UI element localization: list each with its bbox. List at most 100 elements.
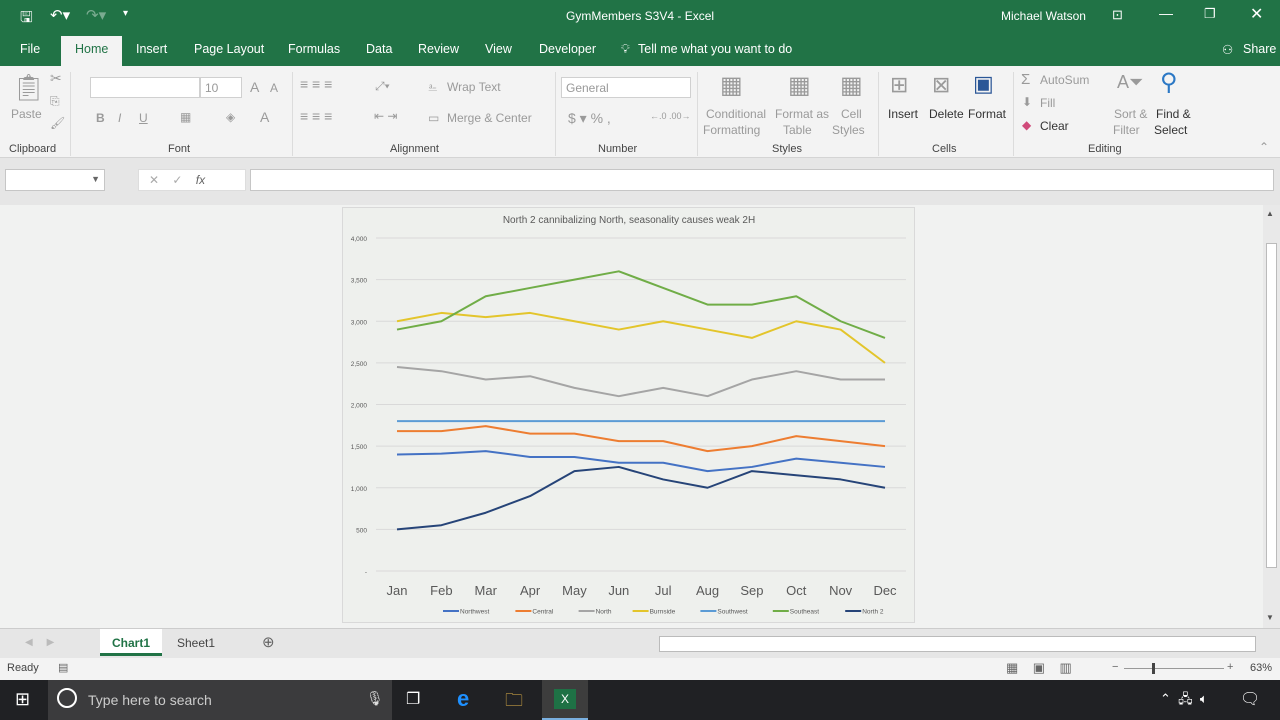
format-painter-icon[interactable]: 🖌︎ xyxy=(50,116,65,130)
align-left-icon[interactable]: ≡ ≡ ≡ xyxy=(300,108,332,124)
collapse-ribbon-icon[interactable]: ⌃ xyxy=(1259,140,1269,154)
excel-taskbar-icon[interactable]: X xyxy=(542,680,588,720)
file-explorer-icon[interactable]: 🗀 xyxy=(505,688,523,718)
format-button[interactable]: Format xyxy=(968,107,1006,121)
font-color-icon[interactable]: A xyxy=(260,109,269,125)
sort-filter-icon: A⏷ xyxy=(1117,72,1143,93)
fill-button[interactable]: Fill xyxy=(1040,96,1055,110)
zoom-slider-thumb[interactable] xyxy=(1152,663,1155,674)
cut-icon[interactable]: ✂ xyxy=(50,70,62,87)
sheet-tab-sheet1[interactable]: Sheet1 xyxy=(166,636,226,650)
microphone-icon[interactable]: 🎙︎ xyxy=(366,690,384,707)
tab-data[interactable]: Data xyxy=(366,42,392,56)
windows-start-icon[interactable]: ⊞ xyxy=(15,689,30,710)
share-icon[interactable]: ⚇ xyxy=(1222,42,1233,57)
autosum-button[interactable]: AutoSum xyxy=(1040,73,1089,87)
task-view-icon[interactable]: ❐ xyxy=(406,689,420,709)
redo-icon[interactable]: ↷▾ xyxy=(86,6,106,24)
conditional-formatting-button-1[interactable]: Conditional xyxy=(706,107,766,121)
restore-icon[interactable]: ❐ xyxy=(1204,6,1216,22)
borders-icon[interactable]: ▦ xyxy=(180,110,191,124)
insert-button[interactable]: Insert xyxy=(888,107,918,121)
format-as-table-button-2[interactable]: Table xyxy=(783,123,812,137)
zoom-level[interactable]: 63% xyxy=(1250,662,1272,674)
tab-page-layout[interactable]: Page Layout xyxy=(194,42,264,56)
scroll-thumb[interactable] xyxy=(1266,243,1277,568)
decimal-icon[interactable]: ←.0 .00→ xyxy=(650,111,691,121)
x-tick-label: Mar xyxy=(475,583,498,598)
tab-review[interactable]: Review xyxy=(418,42,459,56)
status-ready: Ready xyxy=(7,662,39,674)
y-tick-label: 1,000 xyxy=(351,486,368,493)
user-name[interactable]: Michael Watson xyxy=(1001,9,1086,23)
cell-styles-button-1[interactable]: Cell xyxy=(841,107,862,121)
sheet-tab-chart1[interactable]: Chart1 xyxy=(100,629,162,656)
tray-icons[interactable]: ⌃ 🖧︎ 🔈︎ xyxy=(1160,690,1208,712)
cell-styles-button-2[interactable]: Styles xyxy=(832,123,865,137)
undo-icon[interactable]: ↶▾ xyxy=(50,6,70,24)
zoom-out-icon[interactable]: − xyxy=(1112,661,1118,673)
tab-file[interactable]: File xyxy=(20,42,40,56)
zoom-slider[interactable] xyxy=(1124,668,1224,669)
wrap-text-button[interactable]: Wrap Text xyxy=(447,80,501,94)
tab-insert[interactable]: Insert xyxy=(136,42,167,56)
edge-icon[interactable]: e xyxy=(457,686,469,712)
clear-button[interactable]: Clear xyxy=(1040,119,1069,133)
ribbon: 📋︎ Paste ✂ ⎘ 🖌︎ Clipboard 10 A A B I U ▦… xyxy=(0,66,1280,158)
zoom-in-icon[interactable]: + xyxy=(1227,661,1233,673)
tab-developer[interactable]: Developer xyxy=(539,42,596,56)
series-line-central xyxy=(397,426,885,451)
find-select-button-2[interactable]: Select xyxy=(1154,123,1187,137)
number-format-select[interactable]: General xyxy=(561,77,691,98)
add-sheet-icon[interactable]: ⊕ xyxy=(262,633,275,651)
sort-filter-button-1[interactable]: Sort & xyxy=(1114,107,1147,121)
tab-home[interactable]: Home xyxy=(61,36,122,66)
ribbon-display-icon[interactable]: ⊡ xyxy=(1112,7,1123,23)
merge-center-button[interactable]: Merge & Center xyxy=(447,111,532,125)
orientation-icon[interactable]: ⤢▾ xyxy=(375,79,390,94)
currency-icon[interactable]: $ ▾ % , xyxy=(568,110,611,127)
indent-icon[interactable]: ⇤ ⇥ xyxy=(374,109,397,123)
view-normal-icon[interactable]: ▦ ▣ ▥ xyxy=(1006,660,1072,676)
fill-icon: ⬇ xyxy=(1022,95,1032,109)
paste-icon[interactable]: 📋︎ xyxy=(12,72,45,103)
tab-view[interactable]: View xyxy=(485,42,512,56)
fill-color-icon[interactable]: ◈ xyxy=(226,110,235,124)
name-box[interactable]: ▼ xyxy=(5,169,105,191)
y-tick-label: 500 xyxy=(356,527,367,534)
bold-button[interactable]: B xyxy=(96,111,105,125)
underline-button[interactable]: U xyxy=(139,111,148,125)
fx-button[interactable]: fx xyxy=(196,173,205,187)
sort-filter-button-2[interactable]: Filter xyxy=(1113,123,1140,137)
series-line-north-2 xyxy=(397,467,885,529)
vertical-scrollbar[interactable]: ▲ ▼ xyxy=(1263,205,1280,628)
series-line-burnside xyxy=(397,313,885,363)
horizontal-scrollbar[interactable] xyxy=(659,636,1256,652)
conditional-formatting-button-2[interactable]: Formatting xyxy=(703,123,760,137)
decrease-font-icon[interactable]: A xyxy=(270,81,278,95)
italic-button[interactable]: I xyxy=(118,111,121,125)
share-button[interactable]: Share xyxy=(1243,42,1276,56)
copy-icon[interactable]: ⎘ xyxy=(50,94,60,109)
format-as-table-button-1[interactable]: Format as xyxy=(775,107,829,121)
font-name-select[interactable] xyxy=(90,77,200,98)
find-select-button-1[interactable]: Find & xyxy=(1156,107,1191,121)
minimize-icon[interactable]: — xyxy=(1159,5,1173,21)
delete-button[interactable]: Delete xyxy=(929,107,964,121)
prev-sheet-icon[interactable]: ◀ ▶ xyxy=(25,637,54,648)
paste-button[interactable]: Paste xyxy=(11,107,42,121)
macro-record-icon[interactable]: ▤ xyxy=(58,661,68,674)
customize-toolbar-icon[interactable]: ▾ xyxy=(123,8,128,19)
notifications-icon[interactable]: 🗨︎ xyxy=(1240,689,1260,709)
format-table-icon: ▦ xyxy=(788,71,811,100)
line-chart[interactable]: North 2 cannibalizing North, seasonality… xyxy=(342,207,915,623)
align-top-icon[interactable]: ≡ ≡ ≡ xyxy=(300,76,332,92)
increase-font-icon[interactable]: A xyxy=(250,79,259,95)
taskbar-search[interactable]: Type here to search 🎙︎ xyxy=(48,680,392,720)
tab-formulas[interactable]: Formulas xyxy=(288,42,340,56)
font-size-select[interactable]: 10 xyxy=(200,77,242,98)
formula-input[interactable] xyxy=(250,169,1274,191)
close-icon[interactable]: ✕ xyxy=(1250,4,1263,24)
save-icon[interactable]: 🖫 xyxy=(20,7,33,32)
tell-me-search[interactable]: Tell me what you want to do xyxy=(638,42,792,56)
